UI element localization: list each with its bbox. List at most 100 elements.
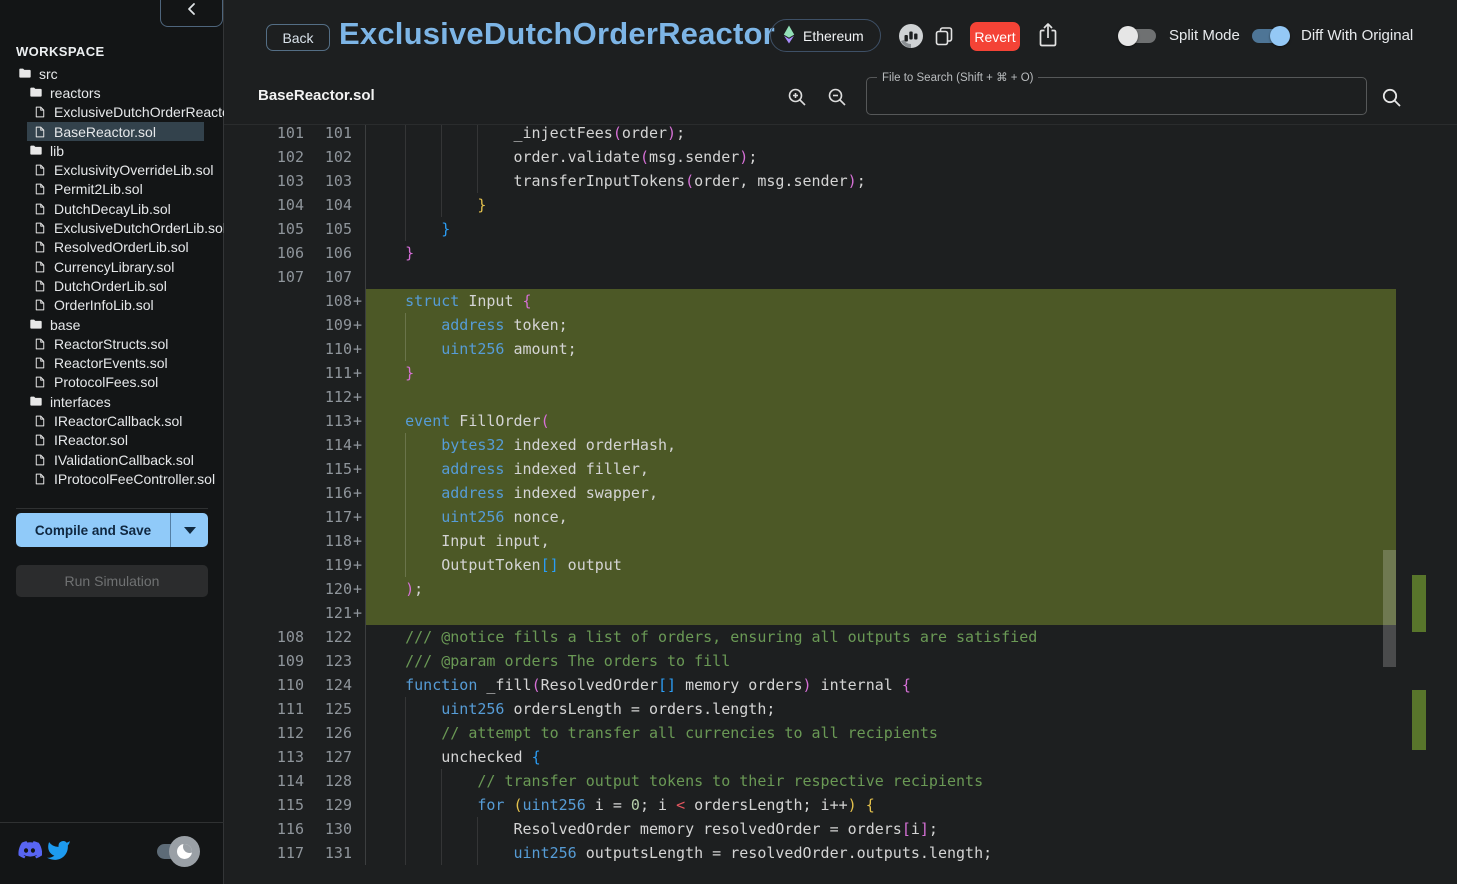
run-simulation-button[interactable]: Run Simulation [16,565,208,597]
tree-item-orderinfolib-sol[interactable]: OrderInfoLib.sol [0,296,224,315]
zoom-out-icon[interactable] [827,87,847,107]
code-line[interactable]: 107107 [224,265,1396,289]
tree-item-iprotocolfeecontroller-sol[interactable]: IProtocolFeeController.sol [0,469,224,488]
tree-item-dutchorderlib-sol[interactable]: DutchOrderLib.sol [0,276,224,295]
tree-item-currencylibrary-sol[interactable]: CurrencyLibrary.sol [0,257,224,276]
code-line[interactable]: 103103 transferInputTokens(order, msg.se… [224,169,1396,193]
scrollbar-thumb[interactable] [1383,550,1396,667]
code-text: address token; [365,313,1396,337]
ethereum-icon [783,25,795,47]
new-line-number: 102 [304,145,352,169]
code-line[interactable]: 108122 /// @notice fills a list of order… [224,625,1396,649]
code-line[interactable]: 102102 order.validate(msg.sender); [224,145,1396,169]
tree-item-reactorstructs-sol[interactable]: ReactorStructs.sol [0,334,224,353]
tree-item-reactorevents-sol[interactable]: ReactorEvents.sol [0,353,224,372]
code-line[interactable]: 115129 for (uint256 i = 0; i < ordersLen… [224,793,1396,817]
tree-item-permit2lib-sol[interactable]: Permit2Lib.sol [0,180,224,199]
code-line[interactable]: 116130 ResolvedOrder memory resolvedOrde… [224,817,1396,841]
tree-item-ireactorcallback-sol[interactable]: IReactorCallback.sol [0,411,224,430]
code-editor[interactable]: 101101 _injectFees(order);102102 order.v… [224,125,1457,884]
diff-added-marker: + [352,481,365,505]
code-line[interactable]: 121+ [224,601,1396,625]
split-mode-toggle[interactable] [1120,26,1156,46]
tree-item-dutchdecaylib-sol[interactable]: DutchDecayLib.sol [0,199,224,218]
indent-guide [441,145,442,169]
tree-item-exclusivityoverridelib-sol[interactable]: ExclusivityOverrideLib.sol [0,160,224,179]
compile-dropdown-button[interactable] [170,513,208,547]
code-line[interactable]: 120+ ); [224,577,1396,601]
tree-item-protocolfees-sol[interactable]: ProtocolFees.sol [0,373,224,392]
code-line[interactable]: 111125 uint256 ordersLength = orders.len… [224,697,1396,721]
zoom-in-icon[interactable] [787,87,807,107]
new-line-number: 108 [304,289,352,313]
code-line[interactable]: 117131 uint256 outputsLength = resolvedO… [224,841,1396,865]
network-pill[interactable]: Ethereum [770,19,881,52]
code-line[interactable]: 116+ address indexed swapper, [224,481,1396,505]
tree-item-reactors[interactable]: reactors [0,83,224,102]
tree-item-lib[interactable]: lib [0,141,224,160]
tree-item-ivalidationcallback-sol[interactable]: IValidationCallback.sol [0,450,224,469]
tree-item-exclusivedutchorderlib-sol[interactable]: ExclusiveDutchOrderLib.sol [0,218,224,237]
code-text [365,385,1396,409]
code-line[interactable]: 104104 } [224,193,1396,217]
diff-with-original-toggle[interactable] [1252,26,1288,46]
copy-icon[interactable] [934,26,954,46]
tree-item-label: ExclusiveDutchOrderReactor.sol [54,104,224,120]
etherscan-icon[interactable] [898,23,924,49]
tree-item-label: reactors [50,85,101,101]
tree-item-base[interactable]: base [0,315,224,334]
diff-added-marker: + [352,553,365,577]
new-line-number: 125 [304,697,352,721]
code-line[interactable]: 111+ } [224,361,1396,385]
code-line[interactable]: 117+ uint256 nonce, [224,505,1396,529]
tree-item-src[interactable]: src [0,64,224,83]
code-line[interactable]: 112+ [224,385,1396,409]
new-line-number: 106 [304,241,352,265]
new-line-number: 104 [304,193,352,217]
tree-item-basereactor-sol[interactable]: BaseReactor.sol [0,122,224,141]
back-button[interactable]: Back [266,24,330,51]
code-line[interactable]: 101101 _injectFees(order); [224,125,1396,145]
code-line[interactable]: 112126 // attempt to transfer all curren… [224,721,1396,745]
code-text: } [365,193,1396,217]
discord-icon[interactable] [17,838,42,868]
code-line[interactable]: 113127 unchecked { [224,745,1396,769]
code-line[interactable]: 109123 /// @param orders The orders to f… [224,649,1396,673]
code-line[interactable]: 108+ struct Input { [224,289,1396,313]
code-line[interactable]: 115+ address indexed filler, [224,457,1396,481]
twitter-icon[interactable] [46,838,71,868]
code-line[interactable]: 109+ address token; [224,313,1396,337]
code-line[interactable]: 105105 } [224,217,1396,241]
tree-item-exclusivedutchorderreactor-sol[interactable]: ExclusiveDutchOrderReactor.sol [0,103,224,122]
code-line[interactable]: 114128 // transfer output tokens to thei… [224,769,1396,793]
code-text: /// @param orders The orders to fill [365,649,1396,673]
collapse-sidebar-button[interactable] [160,0,223,27]
code-line[interactable]: 118+ Input input, [224,529,1396,553]
sidebar-divider [16,508,208,509]
code-line[interactable]: 114+ bytes32 indexed orderHash, [224,433,1396,457]
compile-and-save-button[interactable]: Compile and Save [16,513,208,547]
share-icon[interactable] [1036,21,1060,49]
code-line[interactable]: 110124 function _fill(ResolvedOrder[] me… [224,673,1396,697]
old-line-number: 113 [224,745,304,769]
old-line-number: 110 [224,673,304,697]
tree-item-resolvedorderlib-sol[interactable]: ResolvedOrderLib.sol [0,238,224,257]
search-icon[interactable] [1381,87,1402,108]
code-text: OutputToken[] output [365,553,1396,577]
code-line[interactable]: 113+ event FillOrder( [224,409,1396,433]
revert-button[interactable]: Revert [970,22,1020,51]
diff-added-marker [352,673,365,697]
editor-header: BaseReactor.sol File to Search (Shift + … [224,64,1457,125]
file-search-label: File to Search (Shift + ⌘ + O) [877,70,1038,84]
code-line[interactable]: 106106 } [224,241,1396,265]
code-line[interactable]: 110+ uint256 amount; [224,337,1396,361]
code-line[interactable]: 119+ OutputToken[] output [224,553,1396,577]
new-line-number: 118 [304,529,352,553]
tree-item-interfaces[interactable]: interfaces [0,392,224,411]
old-line-number [224,529,304,553]
indent-guide [405,841,406,865]
old-line-number: 116 [224,817,304,841]
tree-item-ireactor-sol[interactable]: IReactor.sol [0,431,224,450]
new-line-number: 123 [304,649,352,673]
theme-toggle[interactable] [157,840,197,862]
